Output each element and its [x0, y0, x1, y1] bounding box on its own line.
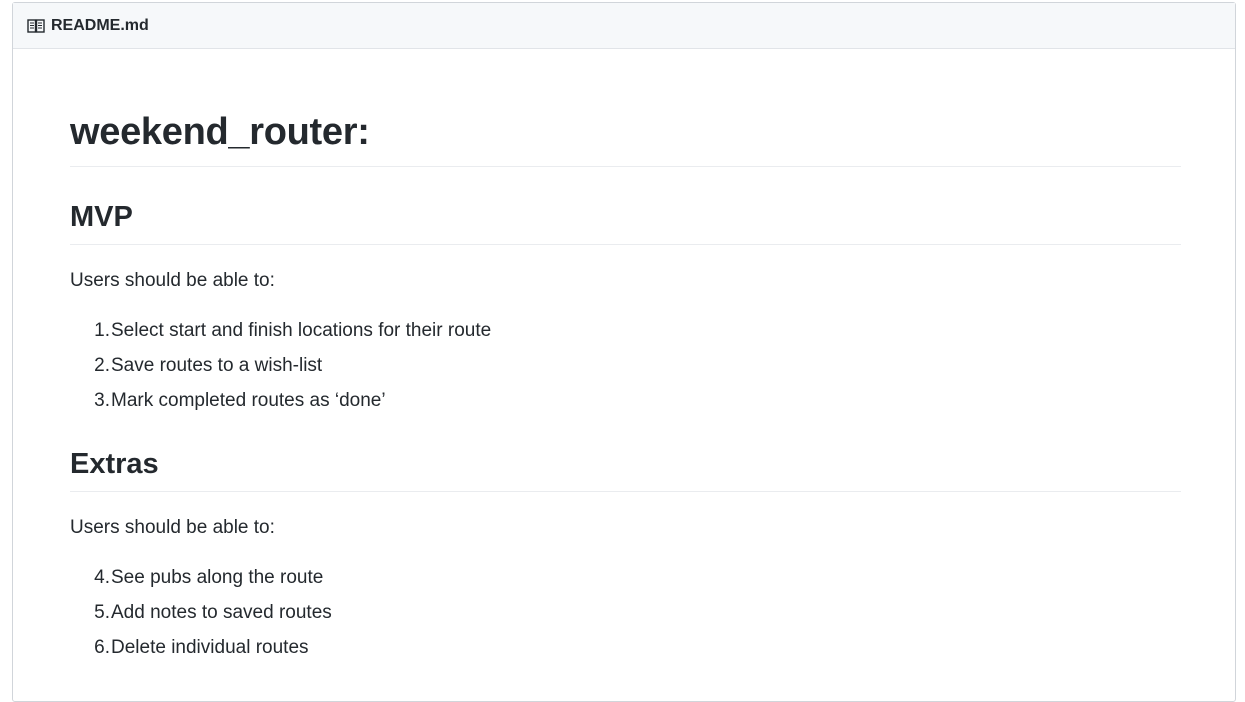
- list-item: 5. Add notes to saved routes: [70, 600, 332, 635]
- book-icon: [27, 18, 45, 33]
- list-item-number: 5.: [94, 602, 110, 623]
- list-item-text: See pubs along the route: [111, 567, 324, 588]
- list-item-text: Delete individual routes: [111, 637, 309, 658]
- list-item-number: 3.: [94, 390, 110, 411]
- list-item-number: 4.: [94, 567, 110, 588]
- list-item: 1. Select start and finish locations for…: [70, 318, 491, 353]
- list-item-number: 2.: [94, 355, 110, 376]
- extras-list: 4. See pubs along the route 5. Add notes…: [70, 565, 332, 670]
- list-item: 4. See pubs along the route: [70, 565, 332, 600]
- list-item-text: Save routes to a wish-list: [111, 355, 323, 376]
- list-item-text: Mark completed routes as ‘done’: [111, 390, 386, 411]
- readme-filename[interactable]: README.md: [51, 17, 149, 35]
- section-heading-mvp: MVP: [70, 199, 1181, 245]
- list-item-text: Select start and finish locations for th…: [111, 320, 492, 341]
- list-item: 6. Delete individual routes: [70, 635, 332, 670]
- section-heading-extras: Extras: [70, 446, 1181, 492]
- list-item-text: Add notes to saved routes: [111, 602, 332, 623]
- section-intro-extras: Users should be able to:: [70, 517, 275, 538]
- list-item-number: 6.: [94, 637, 110, 658]
- section-intro-mvp: Users should be able to:: [70, 270, 275, 291]
- readme-header: README.md: [13, 3, 1235, 49]
- readme-container: README.md weekend_router: MVP Users shou…: [12, 2, 1236, 702]
- page-title: weekend_router:: [70, 108, 1181, 167]
- list-item: 3. Mark completed routes as ‘done’: [70, 388, 491, 423]
- mvp-list: 1. Select start and finish locations for…: [70, 318, 491, 423]
- list-item-number: 1.: [94, 320, 110, 341]
- list-item: 2. Save routes to a wish-list: [70, 353, 491, 388]
